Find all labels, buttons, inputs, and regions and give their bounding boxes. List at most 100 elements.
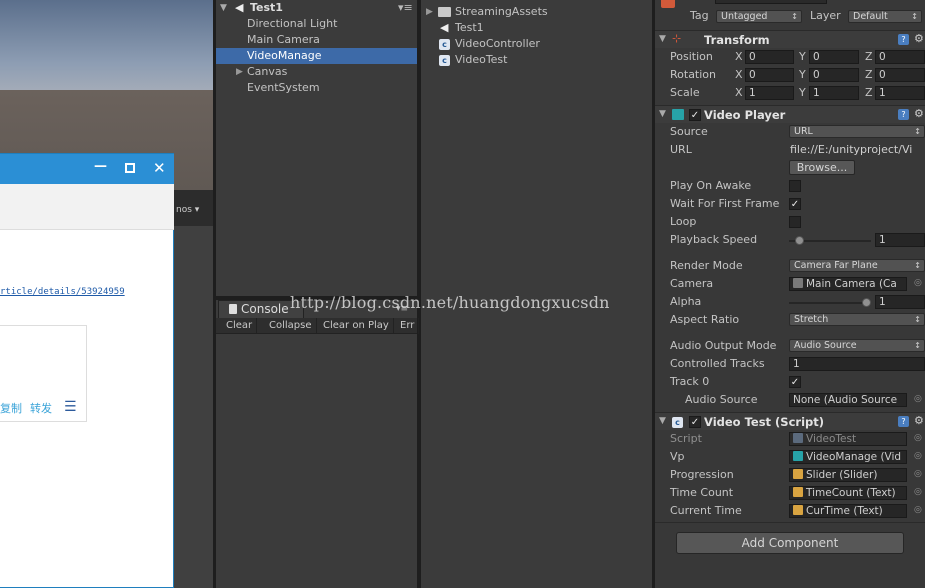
- clear-button[interactable]: Clear: [222, 318, 258, 334]
- axis-y-label: Y: [799, 50, 806, 63]
- camera-field[interactable]: Main Camera (Ca: [789, 277, 907, 291]
- share-action[interactable]: 转发: [30, 400, 52, 416]
- help-icon[interactable]: ?: [898, 416, 909, 427]
- loop-checkbox[interactable]: [789, 216, 801, 228]
- hierarchy-item-directional-light[interactable]: Directional Light: [216, 16, 417, 32]
- time-count-field[interactable]: TimeCount (Text): [789, 486, 907, 500]
- hierarchy-root[interactable]: ▼ ◀ Test1 ▾≡: [216, 0, 417, 16]
- object-name-field[interactable]: [715, 0, 827, 4]
- hierarchy-item-videomanage[interactable]: VideoManage: [216, 48, 417, 64]
- render-mode-dropdown[interactable]: Camera Far Plane: [789, 259, 925, 272]
- fold-arrow-icon[interactable]: ▼: [659, 416, 666, 426]
- browse-button[interactable]: Browse...: [789, 160, 855, 175]
- video-player-title: Video Player: [704, 108, 786, 122]
- article-link[interactable]: rticle/details/53924959: [0, 287, 125, 297]
- expand-arrow-icon[interactable]: ▶: [236, 64, 243, 80]
- expand-arrow-icon[interactable]: ▶: [426, 4, 433, 20]
- minimize-icon[interactable]: —: [94, 159, 107, 174]
- video-player-enabled-checkbox[interactable]: ✓: [689, 109, 701, 121]
- source-dropdown[interactable]: URL: [789, 125, 925, 138]
- position-y-field[interactable]: 0: [809, 50, 859, 64]
- controlled-tracks-field[interactable]: 1: [789, 357, 925, 371]
- close-icon[interactable]: ✕: [153, 159, 166, 177]
- project-item-streamingassets[interactable]: ▶ StreamingAssets: [421, 4, 652, 20]
- fold-arrow-icon[interactable]: ▼: [659, 34, 666, 44]
- scale-x-field[interactable]: 1: [745, 86, 794, 100]
- url-field[interactable]: file://E:/unityproject/Vi: [790, 143, 912, 156]
- gear-icon[interactable]: ⚙: [914, 107, 924, 120]
- object-picker-icon[interactable]: ◎: [914, 469, 922, 479]
- scale-y-field[interactable]: 1: [809, 86, 859, 100]
- transform-header[interactable]: ▼ ⊹ Transform ? ⚙: [655, 30, 925, 48]
- rotation-z-field[interactable]: 0: [875, 68, 925, 82]
- aspect-ratio-label: Aspect Ratio: [670, 313, 740, 326]
- tab-console-label: Console: [241, 302, 289, 316]
- video-test-header[interactable]: ▼ c ✓ Video Test (Script) ? ⚙: [655, 412, 925, 430]
- progression-field-value: Slider (Slider): [806, 469, 878, 481]
- rotation-y-field[interactable]: 0: [809, 68, 859, 82]
- project-item-videotest[interactable]: c VideoTest: [421, 52, 652, 68]
- hierarchy-item-main-camera[interactable]: Main Camera: [216, 32, 417, 48]
- scale-label: Scale: [670, 86, 700, 99]
- alpha-field[interactable]: 1: [875, 295, 925, 309]
- help-icon[interactable]: ?: [898, 34, 909, 45]
- audio-output-mode-dropdown[interactable]: Audio Source: [789, 339, 925, 352]
- layer-label: Layer: [810, 9, 841, 22]
- hierarchy-item-eventsystem[interactable]: EventSystem: [216, 80, 417, 96]
- audio-source-field[interactable]: None (Audio Source: [789, 393, 907, 407]
- scale-z-field[interactable]: 1: [875, 86, 925, 100]
- console-icon: [229, 304, 237, 314]
- layer-dropdown[interactable]: Default: [848, 10, 922, 23]
- wait-first-frame-label: Wait For First Frame: [670, 197, 780, 210]
- clear-on-play-button[interactable]: Clear on Play: [319, 318, 394, 334]
- vp-field[interactable]: VideoManage (Vid: [789, 450, 907, 464]
- play-on-awake-checkbox[interactable]: [789, 180, 801, 192]
- alpha-slider[interactable]: [789, 302, 871, 304]
- position-z-field[interactable]: 0: [875, 50, 925, 64]
- collapse-button[interactable]: Collapse: [265, 318, 317, 334]
- video-player-header[interactable]: ▼ ✓ Video Player ? ⚙: [655, 105, 925, 123]
- hierarchy-item-canvas[interactable]: ▶ Canvas: [216, 64, 417, 80]
- wait-first-frame-checkbox[interactable]: ✓: [789, 198, 801, 210]
- expand-arrow-icon[interactable]: ▼: [220, 0, 227, 16]
- gear-icon[interactable]: ⚙: [914, 32, 924, 45]
- current-time-field[interactable]: CurTime (Text): [789, 504, 907, 518]
- object-picker-icon[interactable]: ◎: [914, 487, 922, 497]
- track0-checkbox[interactable]: ✓: [789, 376, 801, 388]
- object-picker-icon[interactable]: ◎: [914, 505, 922, 515]
- rotation-x-field[interactable]: 0: [745, 68, 794, 82]
- axis-y-label: Y: [799, 68, 806, 81]
- menu-icon[interactable]: ☰: [64, 399, 77, 415]
- hierarchy-menu-icon[interactable]: ▾≡: [398, 0, 413, 16]
- object-picker-icon[interactable]: ◎: [914, 278, 922, 288]
- aspect-ratio-dropdown[interactable]: Stretch: [789, 313, 925, 326]
- time-count-field-value: TimeCount (Text): [806, 487, 896, 499]
- fold-arrow-icon[interactable]: ▼: [659, 109, 666, 119]
- gear-icon[interactable]: ⚙: [914, 414, 924, 427]
- folder-icon: [438, 7, 451, 17]
- play-on-awake-label: Play On Awake: [670, 179, 752, 192]
- object-picker-icon[interactable]: ◎: [914, 451, 922, 461]
- add-component-button[interactable]: Add Component: [676, 532, 904, 554]
- maximize-icon[interactable]: [125, 163, 135, 173]
- project-item-label: VideoTest: [455, 53, 508, 66]
- error-pause-button[interactable]: Err: [396, 318, 420, 334]
- gameobject-icon: [661, 0, 675, 8]
- progression-field[interactable]: Slider (Slider): [789, 468, 907, 482]
- help-icon[interactable]: ?: [898, 109, 909, 120]
- playback-speed-knob[interactable]: [795, 236, 804, 245]
- controlled-tracks-label: Controlled Tracks: [670, 357, 765, 370]
- playback-speed-field[interactable]: 1: [875, 233, 925, 247]
- tag-dropdown[interactable]: Untagged: [716, 10, 802, 23]
- project-item-label: Test1: [455, 21, 484, 34]
- object-picker-icon[interactable]: ◎: [914, 394, 922, 404]
- copy-action[interactable]: 复制: [0, 400, 22, 416]
- position-x-field[interactable]: 0: [745, 50, 794, 64]
- video-test-enabled-checkbox[interactable]: ✓: [689, 416, 701, 428]
- current-time-field-value: CurTime (Text): [806, 505, 883, 517]
- project-item-test1[interactable]: ◀ Test1: [421, 20, 652, 36]
- alpha-knob[interactable]: [862, 298, 871, 307]
- project-item-videocontroller[interactable]: c VideoController: [421, 36, 652, 52]
- gizmos-dropdown[interactable]: nos ▾: [176, 205, 199, 215]
- hierarchy-item-label: Canvas: [247, 65, 288, 78]
